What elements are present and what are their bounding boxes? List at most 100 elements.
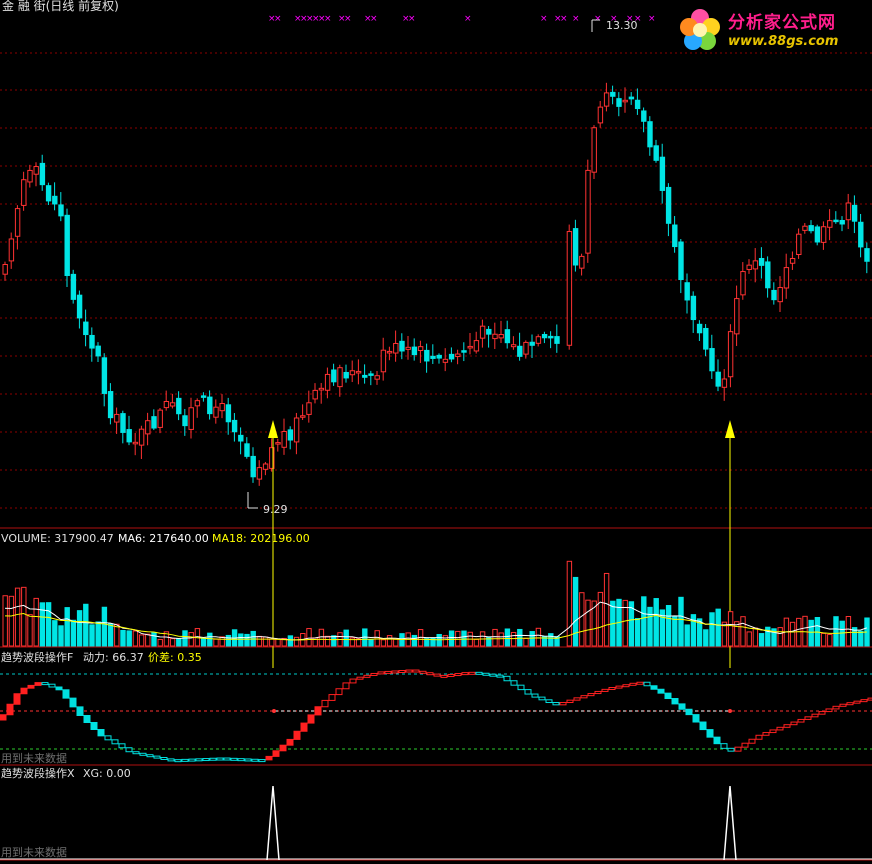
indicator-wave-bar	[671, 698, 679, 705]
candle-body	[579, 255, 585, 269]
candle-body	[473, 340, 480, 352]
indicator-wave-bar	[41, 682, 49, 686]
candle-body	[647, 121, 653, 148]
cross-mark: ×	[344, 14, 352, 24]
candle-body	[591, 127, 597, 173]
stock-chart[interactable]: ×× ×××××× ×× ×× ×× × × ×× × × × × × ×	[0, 0, 872, 864]
candle-body	[349, 370, 356, 376]
volume-bar	[8, 595, 15, 647]
indicator-wave-bar	[734, 746, 742, 752]
candle-body	[839, 219, 845, 225]
volume-bar	[579, 592, 585, 647]
volume-bar	[498, 632, 504, 647]
volume-bar	[647, 606, 653, 647]
candle-body	[368, 373, 374, 376]
volume-bar	[200, 637, 207, 647]
volume-bar	[64, 607, 70, 647]
candle-body	[709, 348, 715, 372]
candle-body	[83, 321, 89, 336]
candle-body	[39, 162, 46, 186]
indicator-wave-bar	[111, 739, 119, 745]
indicator-wave-bar	[62, 689, 70, 699]
indicator-wave-bar	[517, 684, 525, 691]
volume-bar	[2, 595, 8, 647]
indicator-wave-bar	[678, 703, 686, 710]
volume-bar	[492, 628, 498, 647]
candle-body	[703, 327, 709, 350]
candle-body	[808, 225, 814, 232]
indicator-wave-bar	[580, 695, 588, 699]
candle-body	[405, 346, 411, 350]
candle-body	[566, 231, 573, 346]
candle-body	[238, 434, 244, 442]
low-price-label: 9.29	[263, 503, 288, 516]
candle-body	[802, 225, 808, 231]
volume-bar	[306, 628, 312, 647]
indicator-wave-bar	[489, 673, 497, 677]
candle-body	[833, 219, 839, 223]
candle-body	[814, 226, 821, 243]
candle-body	[114, 413, 120, 423]
cross-mark: ×	[274, 14, 282, 24]
indicator-wave-bar	[538, 696, 546, 701]
indicator-wave-bar	[650, 685, 658, 690]
candle-body	[529, 341, 535, 346]
candle-body	[14, 208, 21, 237]
indicator-wave-bar	[279, 744, 287, 752]
candle-body	[864, 248, 870, 262]
indicator-wave-bar	[783, 724, 791, 728]
indicator-wave-bar	[174, 759, 182, 763]
volume-bar	[293, 636, 300, 647]
candle-body	[641, 110, 647, 122]
indicator-wave-bar	[181, 758, 189, 762]
volume-bar	[275, 638, 281, 647]
volume-bar	[238, 633, 244, 647]
indicator-f-future-note: 用到未来数据	[1, 752, 67, 765]
candle-body	[442, 358, 449, 363]
volume-bar	[107, 623, 114, 647]
indicator-wave-bar	[629, 682, 637, 686]
candle-body	[45, 185, 52, 202]
cross-mark: ×	[370, 14, 378, 24]
volume-bar	[386, 635, 393, 647]
indicator-wave-bar	[531, 693, 539, 698]
volume-bar	[45, 602, 52, 647]
volume-bar	[101, 606, 108, 647]
candle-body	[758, 257, 765, 266]
volume-bar	[678, 596, 684, 647]
volume-bar	[833, 616, 839, 647]
candle-body	[783, 267, 790, 289]
volume-bar	[603, 572, 610, 647]
indicator-cross-dot	[728, 709, 732, 713]
indicator-wave-bar	[713, 736, 721, 745]
volume-bar	[380, 639, 387, 647]
indicator-wave-bar	[608, 687, 616, 690]
indicator-wave-bar	[146, 754, 154, 758]
candle-body	[101, 357, 108, 394]
high-price-label: 13.30	[606, 19, 638, 32]
indicator-wave-bar	[846, 702, 854, 706]
indicator-wave-bar	[293, 730, 301, 740]
indicator-wave-bar	[209, 757, 217, 761]
logo-url: www.88gs.com	[728, 34, 839, 49]
candle-body	[616, 98, 622, 107]
candle-body	[157, 409, 163, 428]
candle-body	[318, 387, 325, 391]
volume-bar	[188, 632, 194, 647]
volume-bar	[746, 631, 752, 647]
candle-body	[572, 228, 579, 266]
volume-bar	[27, 614, 33, 647]
indicator-wave-bar	[272, 750, 280, 757]
candle-body	[455, 353, 461, 358]
volume-bar	[126, 630, 132, 647]
indicator-wave-bar	[426, 672, 434, 676]
indicator-wave-bar	[818, 711, 826, 715]
candle-body	[492, 333, 498, 340]
volume-bar	[808, 619, 814, 647]
indicator-wave-bar	[160, 757, 168, 760]
volume-label: VOLUME: 317900.47	[1, 532, 114, 545]
xg-signal-spike	[723, 785, 737, 861]
indicator-wave-bar	[384, 670, 392, 674]
indicator-wave-bar	[447, 673, 455, 677]
candle-body	[262, 463, 269, 470]
